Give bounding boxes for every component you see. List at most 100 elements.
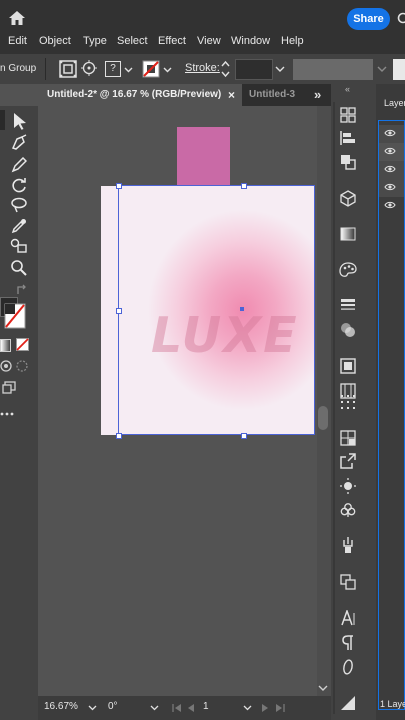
fill-swatch-label: ? xyxy=(110,63,116,74)
asset-export-icon[interactable] xyxy=(340,430,356,446)
character-icon[interactable] xyxy=(340,610,356,626)
pen-tool-icon[interactable] xyxy=(10,134,28,150)
isolate-group-icon[interactable] xyxy=(59,60,77,78)
share-button[interactable]: Share xyxy=(347,8,390,30)
paragraph-icon[interactable] xyxy=(342,635,354,651)
opentype-icon[interactable] xyxy=(341,659,355,675)
selection-handle[interactable] xyxy=(116,308,122,314)
crosshair-icon[interactable] xyxy=(81,60,97,76)
color-mode-icon[interactable] xyxy=(0,339,11,352)
appearance-icon[interactable] xyxy=(340,358,356,374)
tab-untitled-2[interactable]: Untitled-2* @ 16.67 % (RGB/Preview) × xyxy=(38,84,242,106)
3d-cube-icon[interactable] xyxy=(340,190,356,207)
tab-label: Untitled-3 xyxy=(249,89,296,100)
brightness-icon[interactable] xyxy=(340,478,356,494)
close-icon[interactable]: × xyxy=(228,84,235,106)
properties-icon[interactable] xyxy=(340,107,356,123)
chevron-down-icon[interactable] xyxy=(275,66,285,72)
transparency-icon[interactable] xyxy=(340,322,356,338)
glyph-icon[interactable] xyxy=(340,695,356,711)
rotate-tool-icon[interactable] xyxy=(10,176,28,194)
scroll-down-icon[interactable] xyxy=(318,685,328,691)
pink-rectangle-object[interactable] xyxy=(177,127,230,186)
selection-tool-icon[interactable] xyxy=(0,110,5,130)
tab-untitled-3[interactable]: Untitled-3 xyxy=(242,84,302,106)
eyedropper-tool-icon[interactable] xyxy=(11,218,27,234)
scrollbar-thumb[interactable] xyxy=(318,406,328,430)
next-artboard-icon[interactable] xyxy=(261,703,269,713)
club-symbol-icon[interactable] xyxy=(340,502,356,518)
selection-center-point xyxy=(240,307,244,311)
vertical-scrollbar[interactable] xyxy=(317,106,331,696)
artboards-icon[interactable] xyxy=(340,574,356,590)
stroke-weight-field[interactable] xyxy=(235,59,273,80)
chevron-down-icon[interactable] xyxy=(124,67,133,73)
symbols-icon[interactable] xyxy=(340,393,356,411)
selection-handle[interactable] xyxy=(241,433,247,439)
lasso-tool-icon[interactable] xyxy=(10,197,28,213)
swatches-palette-icon[interactable] xyxy=(339,262,357,278)
stroke-swatch-icon[interactable] xyxy=(142,60,160,78)
divider xyxy=(45,58,46,80)
fill-swatch[interactable]: ? xyxy=(105,61,121,77)
rotation-value[interactable]: 0° xyxy=(108,701,118,712)
artboard-number[interactable]: 1 xyxy=(203,701,209,712)
stepper-icon[interactable] xyxy=(221,59,230,79)
puppet-warp-icon[interactable] xyxy=(340,536,356,554)
chevron-down-icon[interactable] xyxy=(88,705,97,711)
eye-icon[interactable] xyxy=(384,201,396,209)
draw-inside-icon[interactable] xyxy=(16,360,28,372)
menu-type[interactable]: Type xyxy=(83,34,107,54)
status-bar: 16.67% 0° 1 xyxy=(38,696,331,720)
zoom-tool-icon[interactable] xyxy=(10,259,28,277)
group-label: n Group xyxy=(0,63,37,74)
layers-count: 1 Laye xyxy=(380,699,405,709)
last-artboard-icon[interactable] xyxy=(275,703,285,713)
menu-effect[interactable]: Effect xyxy=(158,34,186,54)
layers-panel-tab[interactable]: Layer xyxy=(378,92,405,112)
screen-mode-icon[interactable] xyxy=(2,381,16,395)
variable-width-field[interactable] xyxy=(293,59,373,80)
pencil-tool-icon[interactable] xyxy=(11,157,27,173)
menu-edit[interactable]: Edit xyxy=(8,34,27,54)
selection-handle[interactable] xyxy=(241,183,247,189)
first-artboard-icon[interactable] xyxy=(172,703,182,713)
search-icon[interactable] xyxy=(397,12,405,26)
eye-icon[interactable] xyxy=(384,147,396,155)
zoom-level[interactable]: 16.67% xyxy=(44,701,78,712)
swap-colors-icon[interactable] xyxy=(16,284,28,296)
stroke-label: Stroke: xyxy=(185,62,220,74)
menu-help[interactable]: Help xyxy=(281,34,304,54)
shape-builder-tool-icon[interactable] xyxy=(10,238,28,254)
chevron-down-icon[interactable] xyxy=(163,67,172,73)
menu-object[interactable]: Object xyxy=(39,34,71,54)
selection-handle[interactable] xyxy=(116,433,122,439)
selection-handle[interactable] xyxy=(116,183,122,189)
brush-definition-field[interactable] xyxy=(393,59,405,80)
none-color-icon[interactable] xyxy=(16,338,29,351)
previous-artboard-icon[interactable] xyxy=(187,703,195,713)
eye-icon[interactable] xyxy=(384,165,396,173)
draw-mode-icon[interactable] xyxy=(0,360,12,372)
chevron-down-icon[interactable] xyxy=(150,705,159,711)
top-bar: Share xyxy=(0,0,405,34)
selection-bounding-box xyxy=(118,185,315,435)
stroke-panel-icon[interactable] xyxy=(340,298,356,312)
svg-text:«: « xyxy=(345,84,350,94)
chevron-down-icon[interactable] xyxy=(243,705,252,711)
pathfinder-icon[interactable] xyxy=(340,154,356,170)
menu-view[interactable]: View xyxy=(197,34,221,54)
export-icon[interactable] xyxy=(340,453,356,469)
menu-select[interactable]: Select xyxy=(117,34,148,54)
stroke-color-swatch[interactable] xyxy=(4,303,26,329)
chevron-down-icon[interactable] xyxy=(377,66,387,72)
eye-icon[interactable] xyxy=(384,183,396,191)
eye-icon[interactable] xyxy=(384,129,396,137)
align-icon[interactable] xyxy=(340,130,356,146)
direct-selection-tool-icon[interactable] xyxy=(12,112,28,130)
menu-window[interactable]: Window xyxy=(231,34,270,54)
home-icon[interactable] xyxy=(8,10,26,26)
more-tools-icon[interactable] xyxy=(0,412,14,416)
gradient-icon[interactable] xyxy=(340,227,356,241)
tab-overflow-icon[interactable]: » xyxy=(314,84,321,106)
